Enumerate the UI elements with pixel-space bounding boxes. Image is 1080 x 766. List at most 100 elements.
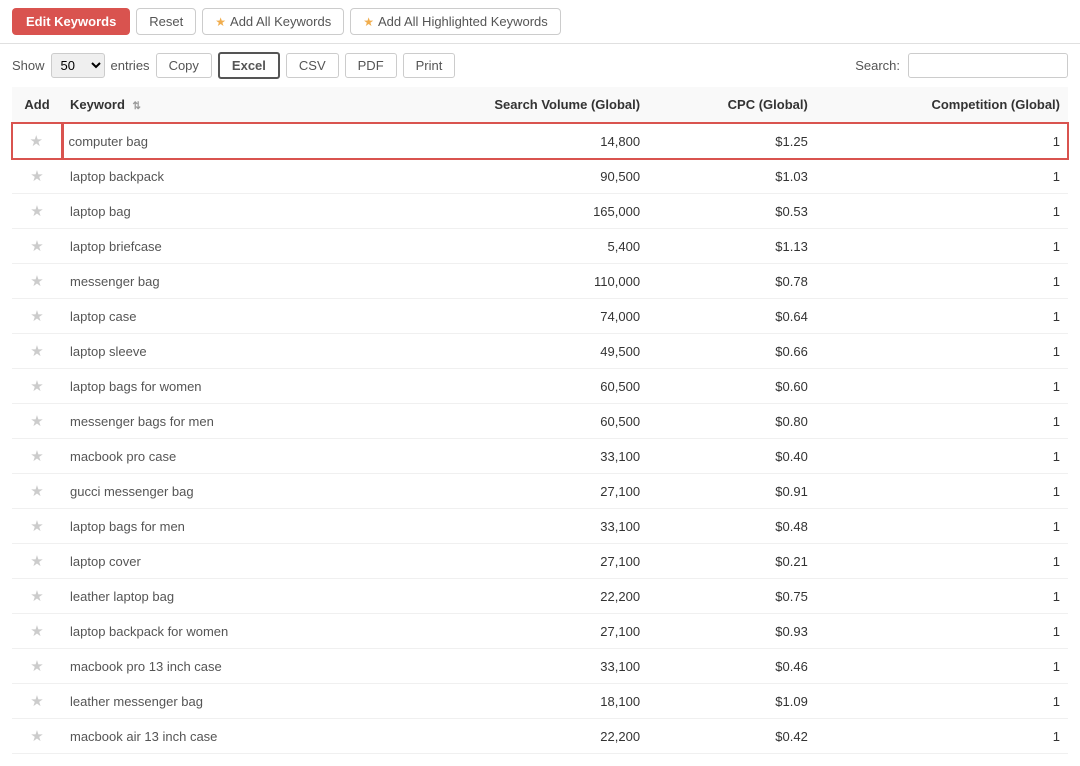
table-row: ★leather messenger bag18,100$1.091 bbox=[12, 684, 1068, 719]
keyword-cell: laptop briefcase bbox=[62, 229, 366, 264]
sort-icon-keyword: ⇅ bbox=[133, 101, 141, 112]
table-row: ★macbook pro 13 inch case33,100$0.461 bbox=[12, 649, 1068, 684]
excel-button[interactable]: Excel bbox=[218, 52, 280, 79]
search-volume-cell: 49,500 bbox=[366, 334, 648, 369]
col-header-competition[interactable]: Competition (Global) bbox=[816, 87, 1068, 123]
star-button[interactable]: ★ bbox=[30, 657, 43, 675]
cpc-cell: $0.64 bbox=[648, 299, 816, 334]
star-icon-add-all: ★ bbox=[215, 15, 226, 29]
star-button[interactable]: ★ bbox=[30, 447, 43, 465]
competition-cell: 1 bbox=[816, 194, 1068, 229]
search-volume-cell: 90,500 bbox=[366, 159, 648, 194]
edit-keywords-button[interactable]: Edit Keywords bbox=[12, 8, 130, 35]
star-button[interactable]: ★ bbox=[30, 167, 43, 185]
add-cell: ★ bbox=[12, 264, 62, 299]
search-volume-cell: 74,000 bbox=[366, 299, 648, 334]
table-row: ★computer bag14,800$1.251 bbox=[12, 123, 1068, 159]
competition-cell: 1 bbox=[816, 614, 1068, 649]
table-row: ★laptop bags for women60,500$0.601 bbox=[12, 369, 1068, 404]
cpc-cell: $0.80 bbox=[648, 404, 816, 439]
competition-cell: 1 bbox=[816, 159, 1068, 194]
cpc-cell: $0.21 bbox=[648, 544, 816, 579]
star-button[interactable]: ★ bbox=[30, 482, 43, 500]
keyword-cell: gucci messenger bag bbox=[62, 474, 366, 509]
cpc-cell: $0.78 bbox=[648, 264, 816, 299]
star-button[interactable]: ★ bbox=[30, 307, 43, 325]
star-button[interactable]: ★ bbox=[30, 342, 43, 360]
cpc-cell: $0.40 bbox=[648, 439, 816, 474]
star-button[interactable]: ★ bbox=[30, 412, 43, 430]
keyword-cell: laptop cover bbox=[62, 544, 366, 579]
col-header-add: Add bbox=[12, 87, 62, 123]
cpc-cell: $0.53 bbox=[648, 194, 816, 229]
star-button[interactable]: ★ bbox=[30, 587, 43, 605]
cpc-cell: $0.93 bbox=[648, 614, 816, 649]
star-button[interactable]: ★ bbox=[30, 237, 43, 255]
add-cell: ★ bbox=[12, 509, 62, 544]
table-row: ★laptop cover27,100$0.211 bbox=[12, 544, 1068, 579]
star-button[interactable]: ★ bbox=[30, 727, 43, 745]
search-input[interactable] bbox=[908, 53, 1068, 78]
keyword-cell: leather laptop bag bbox=[62, 579, 366, 614]
add-cell: ★ bbox=[12, 404, 62, 439]
add-cell: ★ bbox=[12, 123, 62, 159]
add-all-highlighted-button[interactable]: ★ Add All Highlighted Keywords bbox=[350, 8, 561, 35]
copy-button[interactable]: Copy bbox=[156, 53, 212, 78]
add-all-keywords-button[interactable]: ★ Add All Keywords bbox=[202, 8, 344, 35]
keyword-cell: leather messenger bag bbox=[62, 684, 366, 719]
cpc-cell: $0.66 bbox=[648, 334, 816, 369]
print-button[interactable]: Print bbox=[403, 53, 456, 78]
add-cell: ★ bbox=[12, 684, 62, 719]
entries-select[interactable]: 50 25 100 bbox=[51, 53, 105, 78]
star-button[interactable]: ★ bbox=[30, 692, 43, 710]
reset-button[interactable]: Reset bbox=[136, 8, 196, 35]
show-label: Show bbox=[12, 58, 45, 73]
star-button[interactable]: ★ bbox=[30, 552, 43, 570]
keyword-cell: messenger bags for men bbox=[62, 404, 366, 439]
search-volume-cell: 165,000 bbox=[366, 194, 648, 229]
search-volume-cell: 27,100 bbox=[366, 614, 648, 649]
toolbar: Edit Keywords Reset ★ Add All Keywords ★… bbox=[0, 0, 1080, 44]
search-volume-cell: 33,100 bbox=[366, 649, 648, 684]
add-cell: ★ bbox=[12, 614, 62, 649]
keyword-cell: laptop bag bbox=[62, 194, 366, 229]
star-button[interactable]: ★ bbox=[30, 517, 43, 535]
cpc-cell: $1.25 bbox=[648, 123, 816, 159]
pdf-button[interactable]: PDF bbox=[345, 53, 397, 78]
col-header-keyword[interactable]: Keyword ⇅ bbox=[62, 87, 366, 123]
add-cell: ★ bbox=[12, 299, 62, 334]
search-volume-cell: 27,100 bbox=[366, 474, 648, 509]
keyword-cell: macbook air 13 inch case bbox=[62, 719, 366, 754]
competition-cell: 1 bbox=[816, 229, 1068, 264]
star-button[interactable]: ★ bbox=[30, 272, 43, 290]
cpc-cell: $0.60 bbox=[648, 369, 816, 404]
competition-cell: 1 bbox=[816, 544, 1068, 579]
star-button[interactable]: ★ bbox=[30, 377, 43, 395]
table-row: ★laptop bags for men33,100$0.481 bbox=[12, 509, 1068, 544]
keyword-cell: laptop backpack bbox=[62, 159, 366, 194]
star-button[interactable]: ★ bbox=[30, 202, 43, 220]
competition-cell: 1 bbox=[816, 299, 1068, 334]
add-cell: ★ bbox=[12, 229, 62, 264]
table-body: ★computer bag14,800$1.251★laptop backpac… bbox=[12, 123, 1068, 754]
star-button[interactable]: ★ bbox=[30, 132, 43, 150]
add-cell: ★ bbox=[12, 334, 62, 369]
cpc-cell: $0.75 bbox=[648, 579, 816, 614]
search-label: Search: bbox=[855, 58, 900, 73]
keyword-cell: macbook pro 13 inch case bbox=[62, 649, 366, 684]
cpc-cell: $1.13 bbox=[648, 229, 816, 264]
col-header-search-volume[interactable]: Search Volume (Global) bbox=[366, 87, 648, 123]
search-volume-cell: 5,400 bbox=[366, 229, 648, 264]
competition-cell: 1 bbox=[816, 684, 1068, 719]
keyword-cell: laptop bags for men bbox=[62, 509, 366, 544]
competition-cell: 1 bbox=[816, 509, 1068, 544]
table-container: Add Keyword ⇅ Search Volume (Global) CPC… bbox=[0, 87, 1080, 766]
search-volume-cell: 22,200 bbox=[366, 719, 648, 754]
competition-cell: 1 bbox=[816, 334, 1068, 369]
star-button[interactable]: ★ bbox=[30, 622, 43, 640]
table-row: ★messenger bags for men60,500$0.801 bbox=[12, 404, 1068, 439]
competition-cell: 1 bbox=[816, 404, 1068, 439]
csv-button[interactable]: CSV bbox=[286, 53, 339, 78]
col-header-cpc[interactable]: CPC (Global) bbox=[648, 87, 816, 123]
table-row: ★leather laptop bag22,200$0.751 bbox=[12, 579, 1068, 614]
